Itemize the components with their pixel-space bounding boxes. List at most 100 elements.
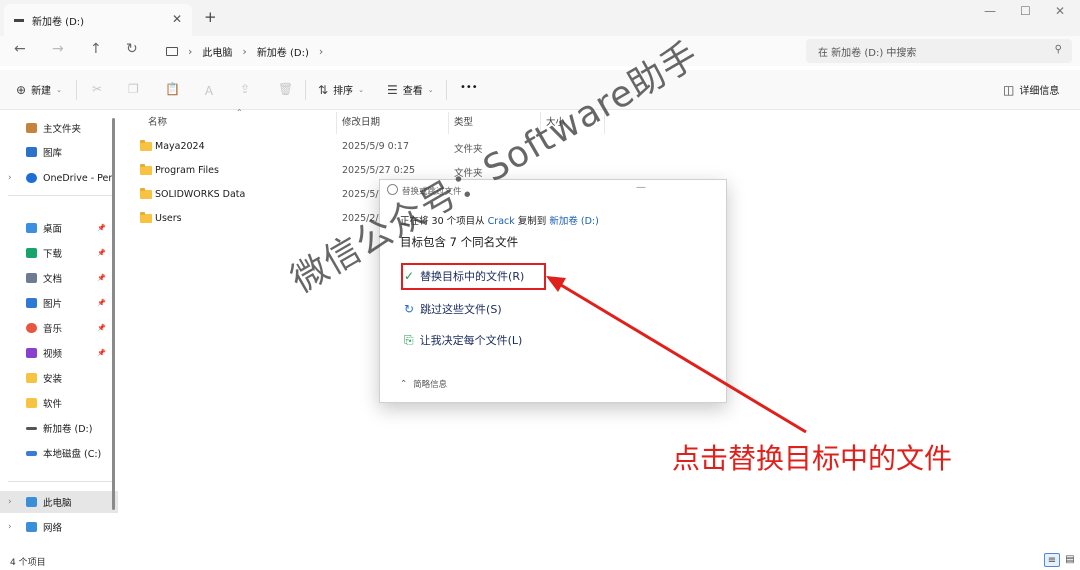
sidebar-item-drive-d[interactable]: 新加卷 (D:) [0,417,118,439]
plus-circle-icon: ⊕ [16,82,27,97]
new-button[interactable]: ⊕ 新建 ⌄ [16,82,62,98]
file-date: 2025/5/ [342,189,379,200]
sidebar-item-home[interactable]: 主文件夹 [0,117,118,139]
tab-drive-d[interactable]: 新加卷 (D:) ✕ [4,4,192,36]
view-button[interactable]: ☰ 查看 ⌄ [387,82,434,98]
sidebar-item-label: 图片 [43,299,63,310]
view-list-icon: ☰ [387,82,398,97]
sidebar-item-install[interactable]: 安装 [0,367,118,389]
column-header-type[interactable]: 类型 [454,114,473,128]
sidebar-item-pictures[interactable]: 图片 📌 [0,292,118,314]
sidebar-item-this-pc[interactable]: › 此电脑 [0,491,118,513]
column-header-date[interactable]: 修改日期 [342,114,380,128]
sidebar-item-documents[interactable]: 文档 📌 [0,267,118,289]
sidebar-item-desktop[interactable]: 桌面 📌 [0,217,118,239]
pictures-icon [26,298,37,308]
chevron-right-icon[interactable]: › [319,45,323,58]
column-divider[interactable] [540,112,541,134]
breadcrumb-drive-d[interactable]: 新加卷 (D:) [257,44,309,59]
sidebar-scrollbar[interactable] [112,118,115,510]
details-pane-button[interactable]: ◫ 详细信息 [1003,82,1059,98]
replace-or-skip-dialog: 替换或跳过文件 — 正在将 30 个项目从 Crack 复制到 新加卷 (D:)… [379,179,727,403]
paste-button[interactable]: 📋 [165,82,180,96]
back-arrow-icon[interactable]: ← [14,41,26,57]
tab-label: 新加卷 (D:) [32,16,85,28]
close-tab-icon[interactable]: ✕ [172,12,182,26]
sidebar-item-label: OneDrive - Per [43,172,113,184]
close-window-button[interactable]: ✕ [1055,4,1065,18]
skip-files-option[interactable]: ↻ 跳过这些文件(S) [404,301,502,317]
column-header-size[interactable]: 大小 [546,114,565,128]
sidebar-item-label: 图库 [43,148,63,159]
sidebar-item-label: 网络 [43,523,63,534]
up-arrow-icon[interactable]: ↑ [90,41,102,57]
folder-icon [140,140,152,151]
chevron-right-icon[interactable]: › [8,522,12,532]
pin-icon: 📌 [97,299,106,307]
column-divider[interactable] [448,112,449,134]
home-icon [26,123,37,133]
sidebar-item-label: 新加卷 (D:) [43,424,93,435]
dialog-minimize-button[interactable]: — [636,182,646,193]
chevron-down-icon: ⌄ [427,85,434,94]
address-bar: ← → ↑ ↻ › 此电脑 › 新加卷 (D:) › 在 新加卷 (D:) 中搜… [0,36,1080,66]
fewer-details-label: 简略信息 [413,380,448,390]
sidebar-divider [8,195,112,196]
copy-button[interactable]: ❐ [128,82,139,96]
drive-icon [26,450,37,456]
sidebar-item-label: 音乐 [43,324,63,335]
delete-button[interactable]: 🗑 [278,82,293,96]
decide-each-option[interactable]: ⎘ 让我决定每个文件(L) [404,332,522,348]
rename-icon: Ａ [203,84,216,98]
search-icon: ⚲ [1054,44,1062,55]
sidebar-item-drive-c[interactable]: 本地磁盘 (C:) [0,442,118,464]
desktop-icon [26,223,37,233]
column-divider[interactable] [336,112,337,134]
sidebar-item-music[interactable]: 音乐 📌 [0,317,118,339]
cut-button[interactable]: ✂ [92,82,102,96]
search-input[interactable]: 在 新加卷 (D:) 中搜索 ⚲ [806,39,1072,63]
tiles-view-icon[interactable]: ▤ [1062,553,1078,567]
drive-icon [14,18,24,22]
pin-icon: 📌 [97,274,106,282]
computer-icon[interactable] [166,47,178,56]
replace-files-option[interactable]: ✓ 替换目标中的文件(R) [404,268,524,284]
pin-icon: 📌 [97,349,106,357]
more-icon: ••• [460,82,478,93]
sidebar-item-downloads[interactable]: 下载 📌 [0,242,118,264]
sort-button[interactable]: ⇅ 排序 ⌄ [318,82,364,98]
maximize-button[interactable]: ☐ [1020,4,1031,18]
chevron-right-icon[interactable]: › [8,173,12,183]
toolbar-divider [446,80,447,100]
chevron-right-icon[interactable]: › [8,497,12,507]
sidebar-item-software[interactable]: 软件 [0,392,118,414]
chevron-right-icon[interactable]: › [242,45,246,58]
sidebar-item-videos[interactable]: 视频 📌 [0,342,118,364]
file-row-maya2024[interactable]: Maya2024 2025/5/9 0:17 文件夹 [130,136,600,160]
pin-icon: 📌 [97,224,106,232]
fewer-details-toggle[interactable]: ⌃ 简略信息 [400,378,447,390]
refresh-icon[interactable]: ↻ [126,41,138,57]
command-bar: ⊕ 新建 ⌄ ✂ ❐ 📋 Ａ ⇪ 🗑 ⇅ 排序 ⌄ ☰ 查看 ⌄ ••• ◫ 详… [0,70,1080,110]
forward-arrow-icon[interactable]: → [52,41,64,57]
sidebar-item-gallery[interactable]: 图库 [0,141,118,163]
sidebar-item-onedrive[interactable]: › OneDrive - Per [0,167,118,189]
new-tab-button[interactable]: + [204,8,217,26]
toolbar-divider [76,80,77,100]
more-options-button[interactable]: ••• [460,82,478,93]
chevron-right-icon[interactable]: › [188,45,192,58]
folder-icon [140,188,152,199]
column-divider[interactable] [604,112,605,134]
share-button[interactable]: ⇪ [240,82,250,96]
details-view-icon[interactable]: ≡ [1044,553,1060,567]
rename-button[interactable]: Ａ [203,82,215,99]
sidebar-item-network[interactable]: › 网络 [0,516,118,538]
minimize-button[interactable]: — [984,4,996,18]
source-link[interactable]: Crack [488,216,515,227]
sidebar-item-label: 桌面 [43,224,63,235]
destination-link[interactable]: 新加卷 (D:) [549,216,598,227]
column-header-name[interactable]: 名称 [148,114,167,128]
sidebar-item-label: 软件 [43,399,63,410]
file-type: 文件夹 [454,144,483,155]
breadcrumb-this-pc[interactable]: 此电脑 [202,44,232,59]
